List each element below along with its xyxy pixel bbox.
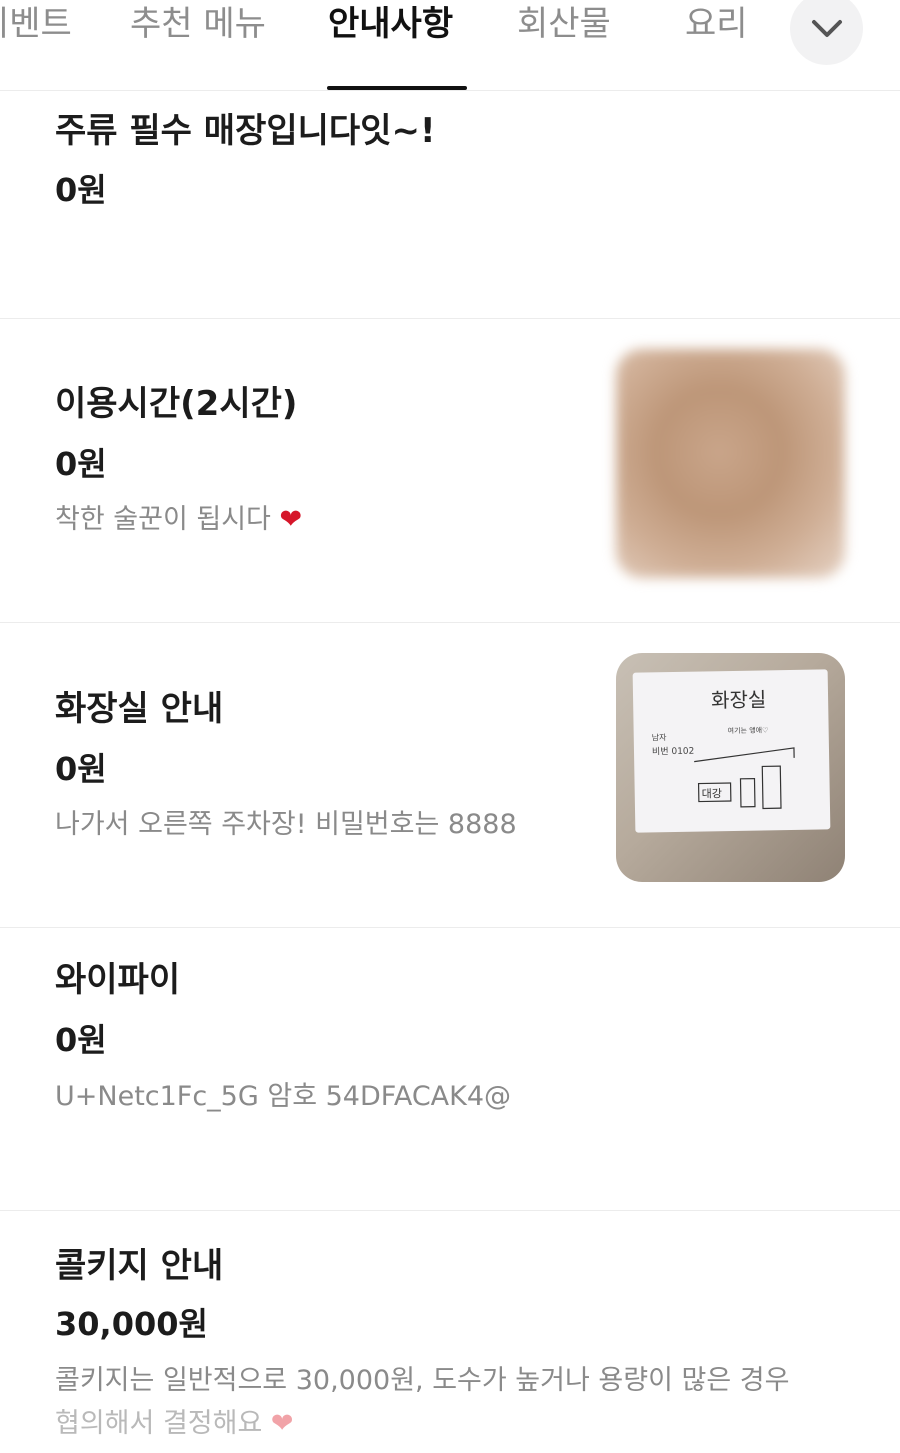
item-title: 이용시간(2시간) [55,384,298,424]
item-title: 콜키지 안내 [55,1246,224,1286]
map-box-1: 대강 [702,787,722,800]
map-label-men: 남자 [652,733,668,742]
category-tab-bar: 이벤트 추천 메뉴 안내사항 회산물 요리 [0,0,900,91]
item-description: 콜키지는 일반적으로 30,000원, 도수가 높거나 용량이 많은 경우 [55,1365,790,1396]
item-description-text: 착한 술꾼이 됩시다 [55,504,271,535]
map-note: 여기는 앵애♡ [728,725,769,735]
map-heading: 화장실 [711,687,767,712]
item-description: U+Netc1Fc_5G 암호 54DFACAK4@ [55,1081,512,1112]
item-thumbnail-blurred[interactable] [616,349,845,578]
item-description-text: 협의해서 결정해요 [55,1408,263,1439]
tab-notice[interactable]: 안내사항 [328,2,453,46]
map-password: 비번 0102 [652,746,695,758]
item-price: 0원 [55,445,107,483]
notice-item-wifi[interactable]: 와이파이 0원 U+Netc1Fc_5G 암호 54DFACAK4@ [0,928,900,1211]
active-tab-indicator [327,86,467,90]
restroom-map-paper: 화장실 여기는 앵애♡ 남자 비번 0102 대강 [632,669,831,833]
heart-emoji-icon: ❤ [270,1408,294,1439]
notice-item-corkage[interactable]: 콜키지 안내 30,000원 콜키지는 일반적으로 30,000원, 도수가 높… [0,1211,900,1453]
item-description: 나가서 오른쪽 주차장! 비밀번호는 8888 [55,809,517,840]
item-price: 30,000원 [55,1305,208,1343]
restroom-map-drawing: 화장실 여기는 앵애♡ 남자 비번 0102 대강 [652,687,795,810]
item-title: 와이파이 [55,960,181,1000]
item-description-line2: 협의해서 결정해요 ❤ [55,1404,294,1444]
item-price: 0원 [55,750,107,788]
chevron-down-icon [812,20,842,37]
tab-seafood[interactable]: 회산물 [517,2,611,46]
restroom-photo-thumbnail[interactable]: 화장실 여기는 앵애♡ 남자 비번 0102 대강 [616,653,845,882]
item-title: 주류 필수 매장입니다잇~! [55,111,436,151]
tab-recommended-menu[interactable]: 추천 메뉴 [130,2,266,46]
item-price: 0원 [55,1021,107,1059]
notice-item-alcohol-required[interactable]: 주류 필수 매장입니다잇~! 0원 [0,91,900,319]
notice-item-usage-time[interactable]: 이용시간(2시간) 0원 착한 술꾼이 됩시다 ❤ [0,319,900,623]
tab-event[interactable]: 이벤트 [0,2,72,46]
item-description: 착한 술꾼이 됩시다 ❤ [55,500,302,540]
tab-dishes[interactable]: 요리 [685,2,748,46]
notice-item-restroom[interactable]: 화장실 안내 0원 나가서 오른쪽 주차장! 비밀번호는 8888 화장실 여기… [0,623,900,928]
heart-emoji-icon: ❤ [279,504,303,535]
more-tabs-button[interactable] [790,0,863,65]
item-price: 0원 [55,171,107,209]
item-title: 화장실 안내 [55,689,224,729]
